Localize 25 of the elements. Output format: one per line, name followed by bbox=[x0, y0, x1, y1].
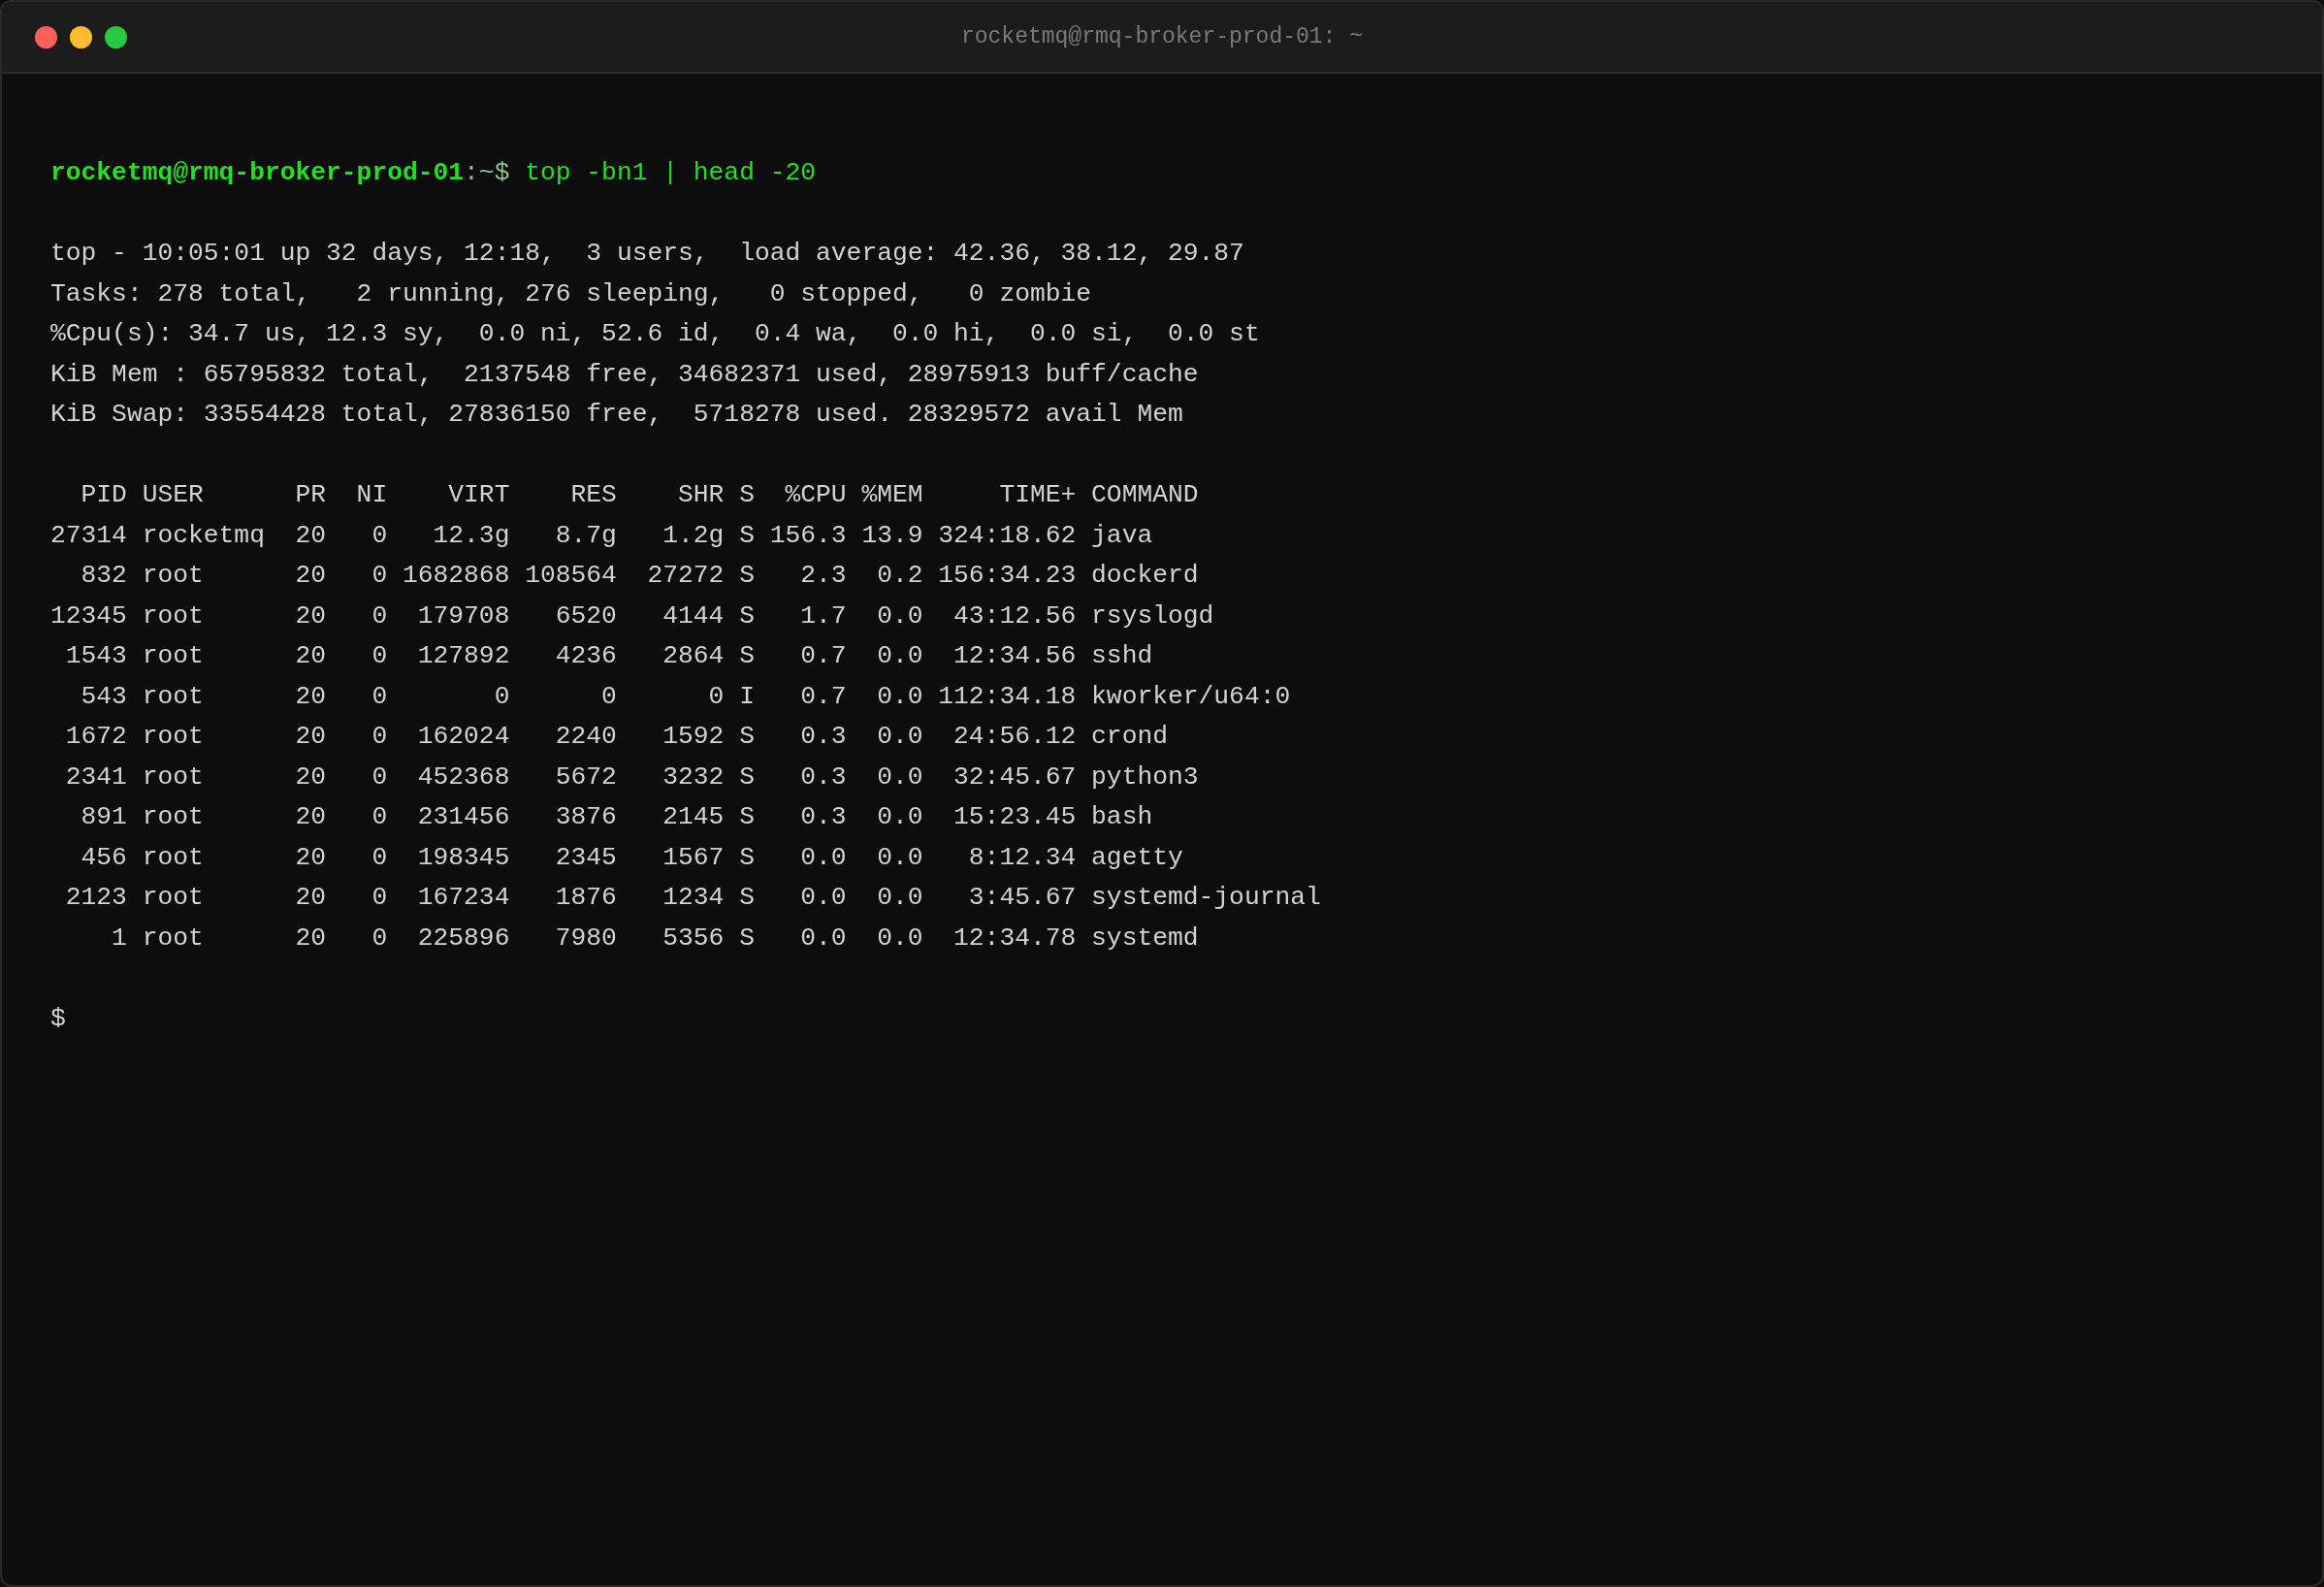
summary-line: KiB Swap: 33554428 total, 27836150 free, 5718278 used. 28329572 avail Mem bbox=[50, 400, 1183, 429]
process-line: 456 root 20 0 198345 2345 1567 S 0.0 0.0 8:12.34 agetty bbox=[80, 842, 1183, 872]
maximize-icon[interactable] bbox=[105, 26, 127, 49]
summary-line: %Cpu(s): 34.7 us, 12.3 sy, 0.0 ni, 52.6 id, 0.4 wa, 0.0 hi, 0.0 si, 0.0 st bbox=[50, 319, 1260, 348]
minimize-icon[interactable] bbox=[70, 26, 92, 49]
process-line: 1543 root 20 0 127892 4236 2864 S 0.7 0.0 12:34.56 sshd bbox=[64, 641, 1153, 670]
shell-prompt: $ bbox=[50, 1003, 66, 1033]
process-line: 27314 rocketmq 20 0 12.3g 8.7g 1.2g S 156.3 13.9 324:18.62 java bbox=[50, 520, 1153, 550]
process-line: 1672 root 20 0 162024 2240 1592 S 0.3 0.0 24:56.12 crond bbox=[64, 722, 1168, 751]
prompt-path: :~$ bbox=[464, 158, 510, 187]
process-line: 12345 root 20 0 179708 6520 4144 S 1.7 0.0 43:12.56 rsyslogd bbox=[50, 600, 1214, 631]
summary-line: top - 10:05:01 up 32 days, 12:18, 3 users, load average: 42.36, 38.12, 29.87 bbox=[50, 239, 1244, 268]
summary-line: Tasks: 278 total, 2 running, 276 sleeping, 0 stopped, 0 zombie bbox=[50, 278, 1092, 308]
process-line: 1 root 20 0 225896 7980 5356 S 0.0 0.0 12:34.78 systemd bbox=[111, 923, 1199, 953]
process-line: 543 root 20 0 0 0 0 I 0.7 0.0 112:34.18 kworker/u64:0 bbox=[80, 681, 1291, 711]
process-line: 2123 root 20 0 167234 1876 1234 S 0.0 0.0 3:45.67 systemd-journal bbox=[64, 883, 1321, 912]
window-title: rocketmq@rmq-broker-prod-01: ~ bbox=[960, 24, 1364, 49]
process-line: 891 root 20 0 231456 3876 2145 S 0.3 0.0 15:23.45 bash bbox=[80, 802, 1153, 831]
process-line: 832 root 20 0 1682868 108564 27272 S 2.3 0.2 156:34.23 dockerd bbox=[80, 561, 1199, 590]
prompt-user-host: rocketmq@rmq-broker-prod-01 bbox=[50, 158, 465, 187]
summary-line: KiB Mem : 65795832 total, 2137548 free, 34682371 used, 28975913 buff/cache bbox=[50, 359, 1199, 389]
process-line: 2341 root 20 0 452368 5672 3232 S 0.3 0.0 32:45.67 python3 bbox=[64, 761, 1199, 792]
process-header: PID USER PR NI VIRT RES SHR S %CPU %MEM TIME+ COMMAND bbox=[80, 480, 1199, 509]
close-icon[interactable] bbox=[35, 26, 57, 49]
command-text: top -bn1 | head -20 bbox=[525, 158, 817, 187]
